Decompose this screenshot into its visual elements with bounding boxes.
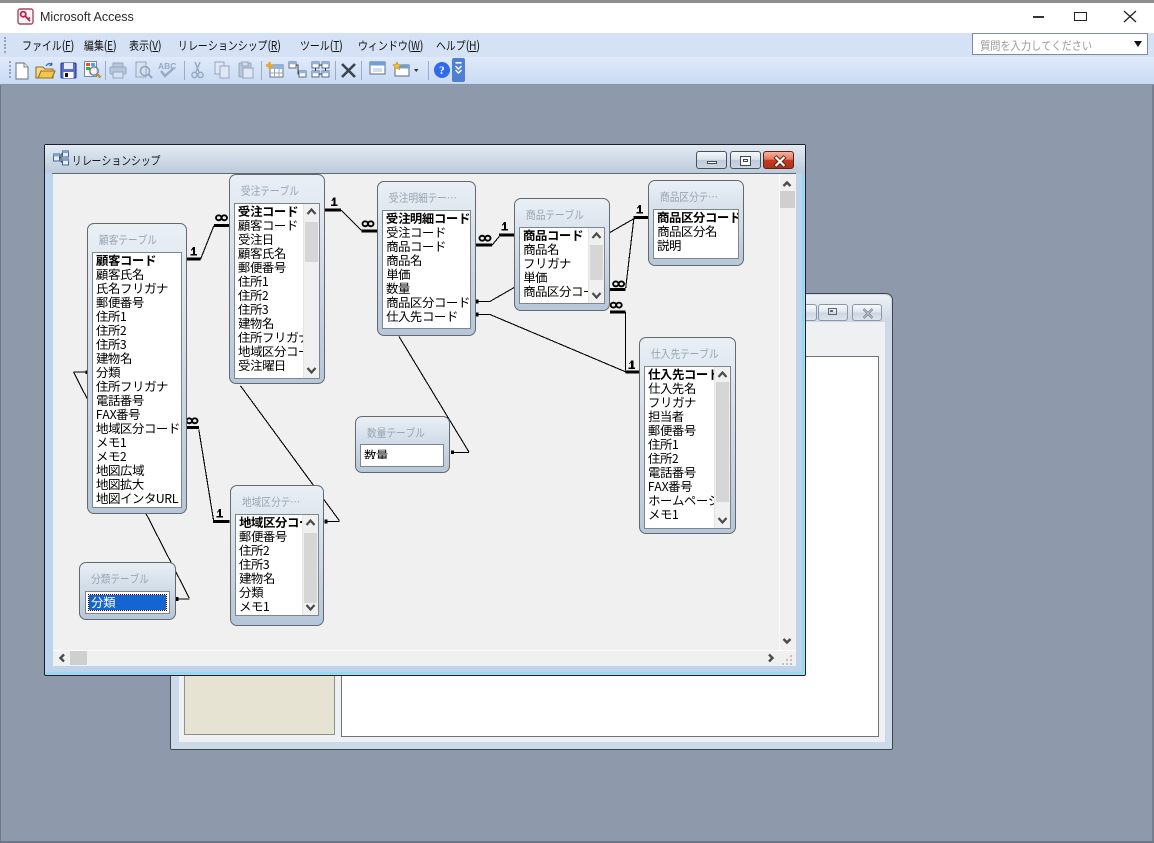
svg-text:?: ? [439,65,445,77]
